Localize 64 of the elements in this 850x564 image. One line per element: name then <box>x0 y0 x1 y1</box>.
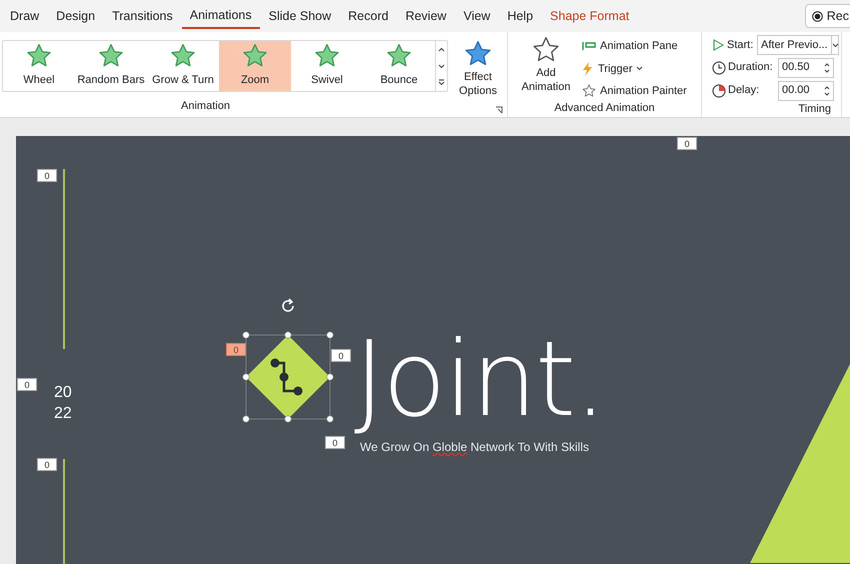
duration-field[interactable]: 00.50 <box>778 58 834 78</box>
group-label: Advanced Animation <box>554 100 655 116</box>
animation-tag[interactable]: 0 <box>37 458 57 471</box>
title-text: Joint. <box>354 324 605 434</box>
trigger-button[interactable]: Trigger <box>582 60 687 77</box>
record-icon <box>812 10 823 22</box>
animation-tag[interactable]: 0 <box>226 343 246 356</box>
ribbon-tab[interactable]: Slide Show <box>260 3 340 29</box>
subtitle-text: We Grow On Globle Network To With Skills <box>360 439 589 456</box>
effect-options-button[interactable]: Effect Options <box>454 40 502 98</box>
ribbon-tab[interactable]: Help <box>499 3 542 29</box>
spinner-icon <box>824 84 830 96</box>
caret-icon <box>636 66 644 72</box>
animation-pane-button[interactable]: Animation Pane <box>582 38 687 54</box>
ribbon-tab[interactable]: Record <box>340 3 396 29</box>
spinner-icon <box>824 62 830 74</box>
animation-effect[interactable]: Zoom <box>219 41 291 91</box>
star-icon <box>464 40 492 68</box>
animation-effect[interactable]: Grow & Turn <box>147 41 219 91</box>
group-label: Animation <box>181 99 230 114</box>
star-icon <box>314 43 340 70</box>
animation-effect[interactable]: Random Bars <box>75 41 147 91</box>
animation-tag[interactable]: 0 <box>677 137 697 150</box>
ribbon-tab[interactable]: Design <box>48 3 104 29</box>
star-icon <box>98 43 124 70</box>
star-icon <box>26 43 52 70</box>
clock-icon <box>712 60 726 74</box>
delay-label: Delay: <box>728 83 760 98</box>
year-text: 22 <box>54 404 72 424</box>
animation-effect[interactable]: Bounce <box>363 41 435 91</box>
ribbon-tab[interactable]: Shape Format <box>542 3 638 29</box>
caret-icon <box>438 64 445 68</box>
pane-icon <box>582 41 596 52</box>
animation-tag[interactable]: 0 <box>17 378 37 391</box>
star-icon <box>386 43 412 70</box>
add-animation-button[interactable]: Add Animation <box>514 36 578 100</box>
delay-field[interactable]: 00.00 <box>778 80 834 100</box>
ribbon-tab[interactable]: Review <box>397 3 454 29</box>
animation-tag[interactable]: 0 <box>37 169 57 182</box>
group-label: Timing <box>798 102 831 117</box>
animation-painter-button[interactable]: Animation Painter <box>582 83 687 100</box>
ribbon-tab[interactable]: Transitions <box>104 3 181 29</box>
timer-icon <box>712 84 726 98</box>
caret-icon <box>832 42 839 48</box>
animation-effect[interactable]: Swivel <box>291 41 363 91</box>
duration-label: Duration: <box>728 60 774 76</box>
star-icon <box>170 43 196 70</box>
rotate-handle-icon <box>279 297 297 315</box>
play-icon <box>712 39 724 51</box>
animation-tag[interactable]: 0 <box>325 436 345 449</box>
start-label: Start: <box>727 38 754 53</box>
year-text: 20 <box>54 383 72 403</box>
dialog-launcher-icon <box>495 106 503 114</box>
chevron-up-icon <box>438 46 445 52</box>
ribbon-tab[interactable]: View <box>455 3 498 29</box>
start-dropdown[interactable]: After Previo... <box>757 35 839 55</box>
record-button[interactable]: Rec <box>804 4 850 28</box>
ribbon-tab[interactable]: Draw <box>2 3 48 29</box>
animation-effect[interactable]: Wheel <box>3 41 75 91</box>
expand-icon <box>438 79 445 86</box>
ribbon-tab[interactable]: Animations <box>182 3 260 29</box>
star-icon <box>242 43 268 70</box>
animation-tag[interactable]: 0 <box>331 349 351 362</box>
lightning-icon <box>582 62 594 76</box>
